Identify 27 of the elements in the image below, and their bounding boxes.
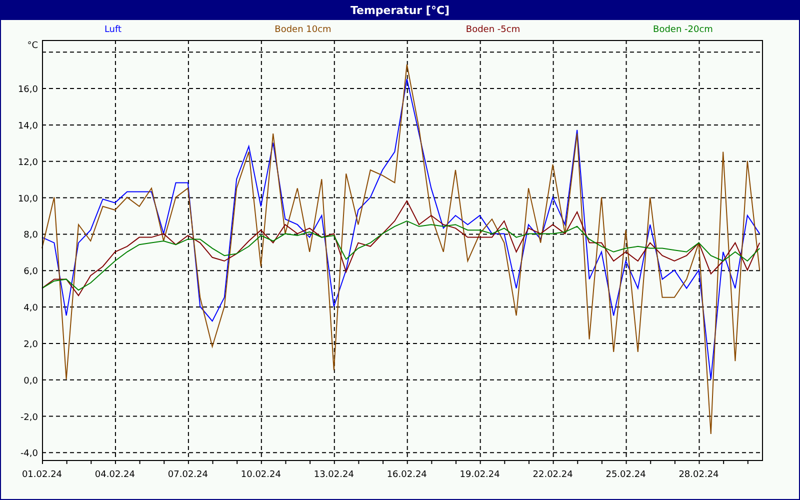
y-tick-label: 6,0 [24,267,38,278]
y-tick-label: -2,0 [20,412,38,423]
y-tick-label: 4,0 [24,304,38,314]
y-tick-label: 12,0 [18,158,38,168]
x-tick-label: 22.02.24 [532,470,573,480]
x-tick-label: 13.02.24 [314,470,354,480]
y-axis-unit: °C [27,41,38,51]
y-tick-label: -4,0 [20,449,38,460]
y-tick-label: 0,0 [24,376,38,386]
x-tick-label: 25.02.24 [606,470,646,480]
y-tick-label: 2,0 [24,340,38,350]
x-tick-label: 01.02.24 [22,470,62,480]
y-tick-label: 14,0 [18,121,38,132]
x-tick-label: 28.02.24 [678,470,719,480]
legend-label: Luft [103,25,123,35]
y-tick-label: 10,0 [18,194,38,204]
legend-label: Boden -20cm [652,25,714,35]
x-tick-label: 07.02.24 [168,470,208,480]
x-tick-label: 10.02.24 [240,470,281,480]
y-tick-label: 8,0 [24,230,38,241]
legend-label: Boden 10cm [274,25,332,35]
x-tick-label: 04.02.24 [94,470,135,480]
legend-label: Boden -5cm [464,25,522,35]
window-title: Temperatur [°C] [350,4,450,16]
x-tick-label: 16.02.24 [386,470,427,480]
x-tick-label: 19.02.24 [460,470,500,480]
y-tick-label: 16,0 [18,85,38,96]
